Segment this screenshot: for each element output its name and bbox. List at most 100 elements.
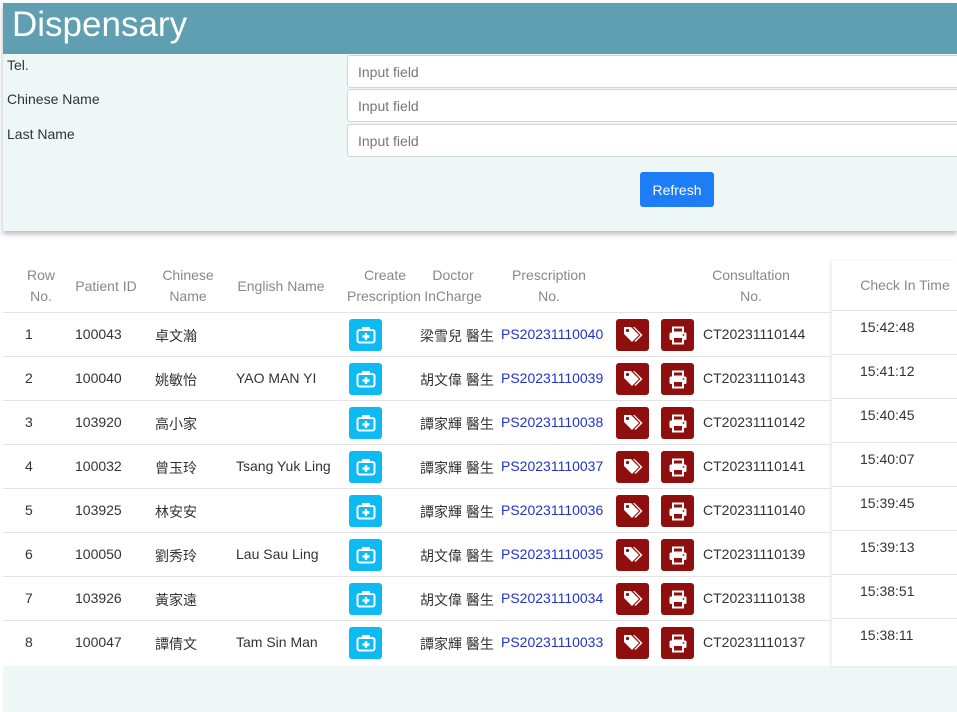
last-name-label: Last Name (7, 126, 75, 142)
patient-id: 100043 (75, 326, 122, 342)
form-row-chinese-name: Chinese Name (3, 89, 957, 123)
print-button[interactable] (661, 363, 694, 395)
tags-icon (623, 415, 642, 430)
english-name: YAO MAN YI (236, 370, 317, 386)
doctor-in-charge: 譚家輝 醫生 (420, 416, 494, 432)
label-button[interactable] (616, 363, 649, 395)
chinese-name-input[interactable] (347, 89, 957, 122)
tags-icon (623, 503, 642, 518)
chinese-name: 姚敏怡 (155, 372, 197, 388)
create-prescription-button[interactable] (349, 407, 382, 439)
header-prescription-no-line2: No. (538, 288, 560, 304)
prescription-no-link[interactable]: PS20231110036 (501, 502, 603, 518)
consultation-no: CT20231110143 (703, 370, 806, 386)
header-row-no-line2: No. (30, 288, 52, 304)
tags-icon (623, 459, 642, 474)
header-consultation-no: Consultation No. (703, 265, 799, 307)
create-prescription-button[interactable] (349, 319, 382, 351)
header-english-name: English Name (237, 278, 325, 294)
row-no: 2 (25, 370, 33, 386)
row-no: 4 (25, 458, 33, 474)
patient-id: 100040 (75, 370, 122, 386)
header-doctor: Doctor InCharge (423, 265, 483, 307)
prescription-no-link[interactable]: PS20231110035 (501, 546, 603, 562)
chinese-name: 高小家 (155, 416, 197, 432)
doctor-in-charge: 胡文偉 醫生 (420, 592, 494, 608)
header-check-in-time: Check In Time (860, 277, 950, 293)
check-in-time: 15:39:13 (860, 539, 915, 555)
print-button[interactable] (661, 495, 694, 527)
label-button[interactable] (616, 407, 649, 439)
check-in-time-row: 15:40:45 (832, 398, 957, 442)
create-prescription-button[interactable] (349, 583, 382, 615)
chinese-name: 林安安 (155, 504, 197, 520)
chinese-name: 黃家遠 (155, 592, 197, 608)
check-in-time: 15:42:48 (860, 319, 915, 335)
prescription-no-link[interactable]: PS20231110033 (501, 634, 603, 650)
header-create-prescription: Create Prescription (347, 265, 423, 307)
refresh-button[interactable]: Refresh (640, 172, 714, 207)
header-prescription-no: Prescription No. (503, 265, 595, 307)
check-in-time-row: 15:39:13 (832, 530, 957, 574)
create-prescription-button[interactable] (349, 363, 382, 395)
english-name: Lau Sau Ling (236, 546, 319, 562)
label-button[interactable] (616, 495, 649, 527)
create-prescription-button[interactable] (349, 451, 382, 483)
patient-id: 103925 (75, 502, 122, 518)
medical-kit-icon (356, 327, 375, 344)
patient-id: 100047 (75, 634, 122, 650)
table-row: 8 100047 譚倩文 Tam Sin Man 譚家輝 醫生 PS202311… (3, 620, 832, 664)
label-button[interactable] (616, 539, 649, 571)
check-in-time: 15:39:45 (860, 495, 915, 511)
label-button[interactable] (616, 319, 649, 351)
create-prescription-button[interactable] (349, 627, 382, 659)
label-button[interactable] (616, 583, 649, 615)
patient-id: 100032 (75, 458, 122, 474)
prescription-no-link[interactable]: PS20231110034 (501, 590, 603, 606)
header-chinese-name-line2: Name (169, 288, 207, 304)
consultation-no: CT20231110141 (703, 458, 806, 474)
tags-icon (623, 547, 642, 562)
print-button[interactable] (661, 583, 694, 615)
doctor-in-charge: 譚家輝 醫生 (420, 636, 494, 652)
prescription-no-link[interactable]: PS20231110040 (501, 326, 603, 342)
create-prescription-button[interactable] (349, 495, 382, 527)
header-row-no-line1: Row (26, 267, 55, 283)
prescription-no-link[interactable]: PS20231110037 (501, 458, 603, 474)
check-in-time: 15:41:12 (860, 363, 915, 379)
prescription-no-link[interactable]: PS20231110039 (501, 370, 603, 386)
chinese-name: 劉秀玲 (155, 548, 197, 564)
row-no: 7 (25, 590, 33, 606)
row-no: 3 (25, 414, 33, 430)
label-button[interactable] (616, 451, 649, 483)
print-button[interactable] (661, 319, 694, 351)
medical-kit-icon (356, 503, 375, 520)
tel-input[interactable] (347, 55, 957, 88)
page-title: Dispensary (3, 3, 957, 54)
check-in-time-row: 15:42:48 (832, 310, 957, 354)
last-name-input[interactable] (347, 124, 957, 157)
tags-icon (623, 371, 642, 386)
tags-icon (623, 327, 642, 342)
create-prescription-button[interactable] (349, 539, 382, 571)
print-button[interactable] (661, 407, 694, 439)
print-button[interactable] (661, 451, 694, 483)
chinese-name: 曾玉玲 (155, 460, 197, 476)
header-chinese-name: Chinese Name (153, 265, 223, 307)
printer-icon (669, 590, 686, 608)
tags-icon (623, 635, 642, 650)
patient-list-panel: Row No. Patient ID Chinese Name English … (3, 261, 957, 712)
print-button[interactable] (661, 539, 694, 571)
table-row: 4 100032 曾玉玲 Tsang Yuk Ling 譚家輝 醫生 PS202… (3, 444, 832, 488)
doctor-in-charge: 胡文偉 醫生 (420, 372, 494, 388)
chinese-name: 譚倩文 (155, 636, 197, 652)
medical-kit-icon (356, 371, 375, 388)
tel-label: Tel. (7, 57, 29, 73)
table-row: 6 100050 劉秀玲 Lau Sau Ling 胡文偉 醫生 PS20231… (3, 532, 832, 576)
prescription-no-link[interactable]: PS20231110038 (501, 414, 603, 430)
form-row-last-name: Last Name (3, 124, 957, 158)
print-button[interactable] (661, 627, 694, 659)
doctor-in-charge: 梁雪兒 醫生 (420, 328, 494, 344)
label-button[interactable] (616, 627, 649, 659)
check-in-time: 15:40:07 (860, 451, 915, 467)
